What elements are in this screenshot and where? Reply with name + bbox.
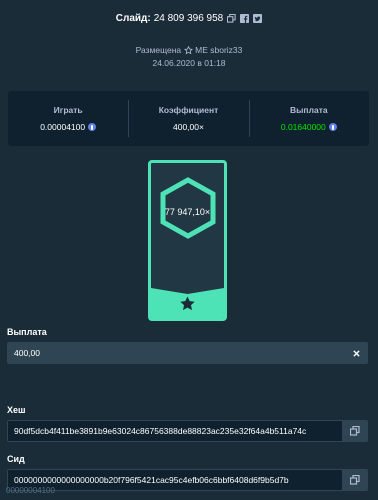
seed-value: 0000000000000000000b20f796f5421cac95c4ef…	[14, 475, 289, 485]
close-icon[interactable]	[352, 349, 361, 358]
copy-icon[interactable]	[226, 14, 236, 24]
copy-hash-button[interactable]	[342, 420, 368, 442]
twitter-icon[interactable]	[252, 14, 262, 24]
stat-payout: Выплата 0.01640000	[248, 91, 369, 146]
slide-label: Слайд:	[115, 13, 151, 24]
payout-input[interactable]: 400,00	[7, 342, 368, 364]
bet-amount: 0.00004100	[8, 122, 128, 132]
payout-input-value: 400,00	[14, 348, 40, 358]
card-footer	[151, 288, 224, 318]
username-link[interactable]: ME sboriz33	[195, 45, 242, 55]
copy-icon	[350, 426, 360, 436]
scrolled-row-ghost: 00000004100	[6, 486, 55, 495]
ethereum-coin-icon	[328, 123, 337, 131]
hash-value: 90df5dcb4f411be3891b9e63024c86756388de88…	[14, 426, 307, 436]
placed-by-line: Размещена ME sboriz33	[0, 45, 378, 55]
bet-stats-panel: Играть 0.00004100 Коэффициент 400,00× Вы…	[8, 91, 369, 146]
seed-field-label: Сид	[7, 454, 25, 464]
slide-number: 24 809 396 958	[153, 13, 224, 24]
slide-line: Слайд: 24 809 396 958	[0, 13, 378, 24]
bet-value: 0.00004100	[40, 122, 86, 132]
star-outline-icon	[183, 45, 193, 55]
stat-bet: Играть 0.00004100	[8, 91, 128, 146]
slide-result-card: 77 947,10×	[148, 160, 227, 321]
ethereum-coin-icon	[88, 123, 97, 131]
multiplier-value: 400,00×	[173, 122, 204, 132]
payout-field-label: Выплата	[7, 327, 47, 337]
hash-input[interactable]: 90df5dcb4f411be3891b9e63024c86756388de88…	[7, 420, 343, 442]
payout-label: Выплата	[290, 105, 328, 115]
payout-amount: 0.01640000	[249, 122, 369, 132]
payout-value: 0.01640000	[280, 122, 326, 132]
copy-icon	[350, 475, 360, 485]
card-multiplier: 77 947,10×	[164, 207, 211, 217]
placed-prefix: Размещена	[135, 45, 182, 55]
facebook-icon[interactable]	[239, 14, 249, 24]
bet-header: Слайд: 24 809 396 958 Размещена ME sbori…	[0, 0, 378, 68]
bet-date: 24.06.2020 в 01:18	[152, 58, 226, 68]
bet-label: Играть	[53, 105, 83, 115]
multiplier-label: Коэффициент	[158, 105, 219, 115]
hash-field-label: Хеш	[7, 405, 26, 415]
stat-multiplier: Коэффициент 400,00×	[128, 91, 248, 146]
